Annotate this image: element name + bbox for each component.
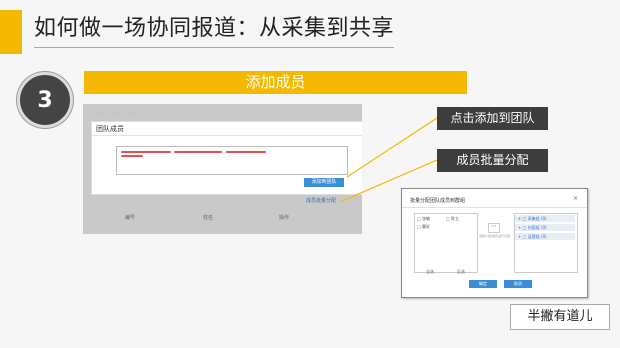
member-item[interactable]: □ 曹轩 (417, 224, 430, 230)
group-list-box (514, 213, 578, 273)
select-all-link[interactable]: 全选 (426, 269, 434, 275)
cancel-button[interactable]: 取消 (504, 280, 532, 288)
callout-add-to-team: 点击添加到团队 (437, 107, 548, 130)
group-item[interactable]: + □ 采集组 (0) (515, 215, 575, 222)
callout-batch-assign: 成员批量分配 (437, 149, 548, 172)
confirm-button[interactable]: 确定 (469, 280, 497, 288)
dialog-divider (402, 207, 587, 208)
invert-select-link[interactable]: 反选 (457, 269, 465, 275)
member-item[interactable]: □ 陈立 (446, 216, 459, 222)
dialog-title: 批量分配团队成员到群组 (410, 198, 466, 204)
transfer-box: 2/3 (488, 223, 500, 233)
connector-add (346, 117, 438, 178)
batch-assign-dialog: 批量分配团队成员到群组 × □ 张敏 □ 陈立 □ 曹轩 全选 反选 2/3 选… (401, 188, 588, 298)
group-item[interactable]: + □ 内容组 (0) (515, 224, 575, 231)
member-list-box (414, 213, 478, 273)
brand-label: 半撇有道儿 (510, 304, 610, 330)
transfer-hint: 选择小组/成员进行分组 (479, 234, 511, 238)
member-item[interactable]: □ 张敏 (417, 216, 430, 222)
group-item[interactable]: + □ 运营组 (0) (515, 233, 575, 240)
close-icon[interactable]: × (573, 195, 578, 202)
